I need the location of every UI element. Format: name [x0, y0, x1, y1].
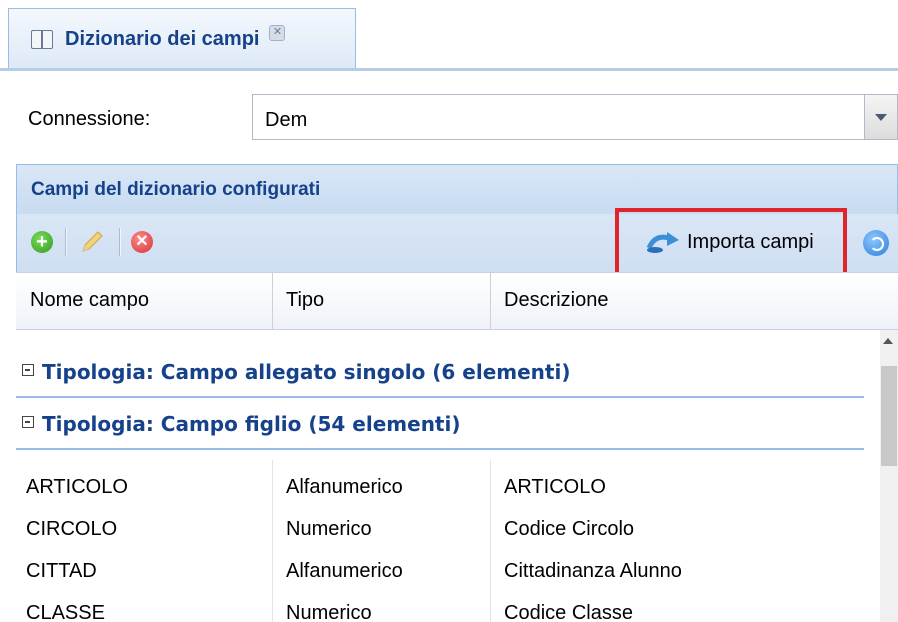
cell-type: Numerico	[286, 602, 372, 622]
column-separator	[272, 273, 273, 329]
column-header-nome-campo[interactable]: Nome campo	[30, 289, 149, 312]
grid-header: Nome campo Tipo Descrizione	[16, 272, 898, 330]
toolbar: + ✕ Importa campi	[16, 208, 898, 278]
table-row[interactable]: CIRCOLO Numerico Codice Circolo	[16, 510, 880, 552]
scroll-thumb[interactable]	[881, 366, 897, 466]
cell-name: CITTAD	[26, 560, 97, 582]
tab-strip: Dizionario dei campi ✕	[0, 0, 898, 71]
tab-title: Dizionario dei campi	[65, 28, 260, 50]
grid-body: Tipologia: Campo allegato singolo (6 ele…	[16, 330, 880, 622]
cell-name: CIRCOLO	[26, 518, 118, 540]
chevron-down-icon	[875, 113, 887, 121]
cell-description: Codice Classe	[504, 602, 633, 622]
column-separator	[490, 273, 491, 329]
cell-name: ARTICOLO	[26, 476, 128, 498]
connection-select[interactable]: Dem	[252, 94, 898, 140]
scroll-up-icon[interactable]	[883, 338, 893, 344]
cell-description: Codice Circolo	[504, 518, 635, 540]
close-icon[interactable]: ✕	[269, 24, 286, 41]
cell-description: ARTICOLO	[504, 476, 606, 498]
group-row[interactable]: Tipologia: Campo figlio (54 elementi)	[16, 402, 880, 450]
group-label: Tipologia: Campo figlio (54 elementi)	[42, 412, 461, 436]
cell-description: Cittadinanza Alunno	[504, 560, 682, 582]
connection-label: Connessione:	[28, 108, 151, 130]
cell-type: Numerico	[286, 518, 372, 540]
add-icon[interactable]: +	[31, 231, 53, 253]
cell-name: CLASSE	[26, 602, 105, 622]
column-header-descrizione[interactable]: Descrizione	[504, 289, 608, 312]
panel-title: Campi del dizionario configurati	[31, 179, 321, 200]
connection-dropdown-trigger[interactable]	[864, 95, 897, 139]
group-label: Tipologia: Campo allegato singolo (6 ele…	[42, 360, 571, 384]
edit-icon[interactable]	[77, 227, 107, 257]
cell-type: Alfanumerico	[286, 476, 403, 498]
table-row[interactable]: ARTICOLO Alfanumerico ARTICOLO	[16, 468, 880, 510]
tab-strip-border	[0, 68, 898, 71]
connection-value: Dem	[265, 109, 308, 131]
toolbar-separator	[65, 228, 67, 256]
panel-header: Campi del dizionario configurati	[16, 164, 898, 214]
cell-type: Alfanumerico	[286, 560, 403, 582]
table-row[interactable]: CLASSE Numerico Codice Classe	[16, 594, 880, 622]
tab-dizionario-campi[interactable]: Dizionario dei campi ✕	[8, 8, 356, 70]
group-row[interactable]: Tipologia: Campo allegato singolo (6 ele…	[16, 350, 880, 398]
vertical-scrollbar[interactable]	[880, 330, 898, 622]
delete-icon[interactable]: ✕	[131, 231, 153, 253]
highlight-box	[615, 208, 847, 278]
toolbar-separator	[119, 228, 121, 256]
collapse-icon[interactable]	[22, 416, 34, 428]
collapse-icon[interactable]	[22, 364, 34, 376]
refresh-icon[interactable]	[863, 230, 889, 256]
column-header-tipo[interactable]: Tipo	[286, 289, 324, 312]
book-icon	[31, 28, 55, 52]
table-row[interactable]: CITTAD Alfanumerico Cittadinanza Alunno	[16, 552, 880, 594]
